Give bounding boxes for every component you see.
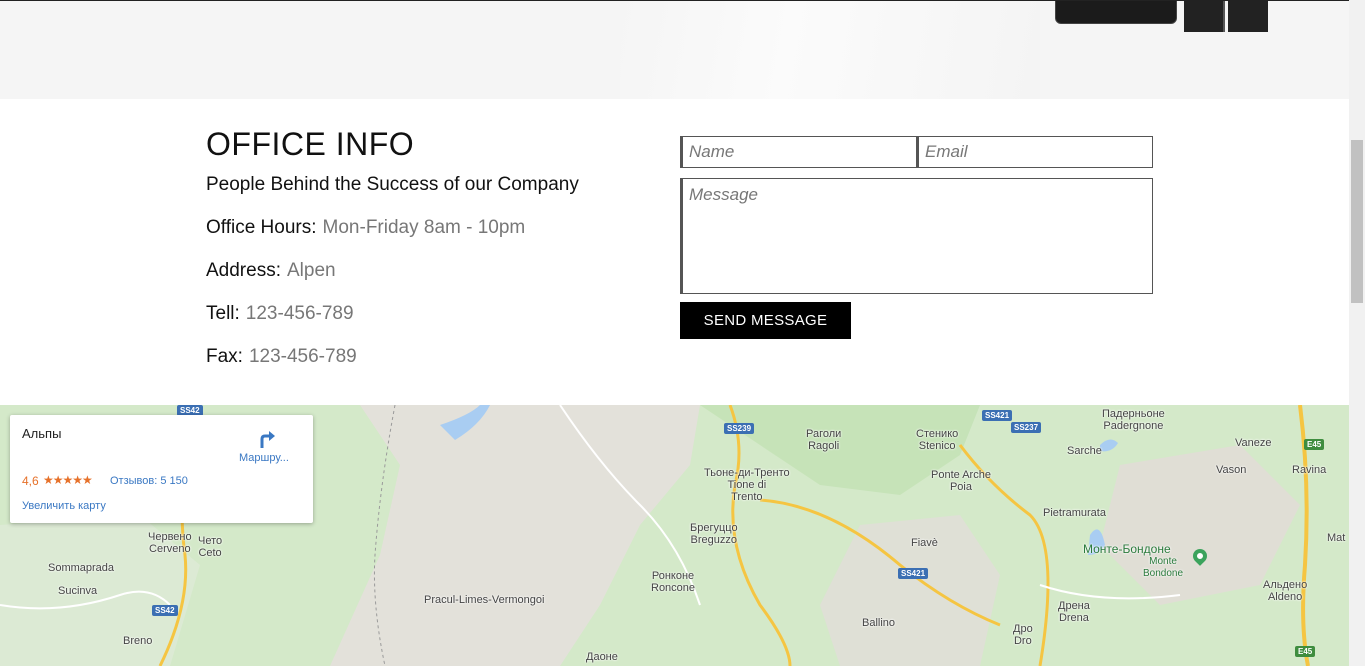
scrollbar-thumb[interactable] — [1351, 140, 1363, 303]
map-label-pietramurata: Pietramurata — [1043, 507, 1106, 519]
fax-value: 123-456-789 — [248, 346, 357, 367]
map-label-vason: Vason — [1216, 464, 1247, 476]
tell-value: 123-456-789 — [245, 303, 354, 324]
map-label-sommaprada: Sommaprada — [48, 562, 115, 574]
fax-label: Fax: — [206, 346, 243, 367]
hero-glare — [620, 0, 1040, 99]
office-hours-value: Mon-Friday 8am - 10pm — [322, 217, 526, 238]
hero-block-1 — [1184, 0, 1225, 32]
map-label-tione: Тьоне-ди-Тренто Tione di Trento — [704, 467, 790, 503]
map-label-ceto: Чето Ceto — [198, 535, 223, 559]
hero-block-2 — [1228, 0, 1268, 32]
map-label-drena: Дрена Drena — [1058, 600, 1090, 624]
name-input[interactable] — [680, 136, 917, 168]
map-label-ponte-arche: Ponte Arche Poia — [931, 469, 991, 493]
road-shield-ss42: SS42 — [152, 605, 178, 616]
map-label-pracul: Pracul-Limes-Vermongoi — [424, 594, 545, 606]
office-hours-row: Office Hours: Mon-Friday 8am - 10pm — [206, 217, 525, 239]
address-label: Address: — [206, 260, 281, 281]
reviews-link[interactable]: Отзывов: 5 150 — [110, 475, 188, 487]
road-shield-ss421-top: SS421 — [982, 410, 1013, 421]
map-label-ballino: Ballino — [862, 617, 896, 629]
hero-image — [0, 0, 1349, 99]
page: OFFICE INFO People Behind the Success of… — [0, 0, 1349, 666]
top-border — [0, 0, 1365, 1]
hero-device-image — [1055, 0, 1177, 24]
tell-row: Tell: 123-456-789 — [206, 303, 354, 325]
map-label-monte-bondone: Монте-Бондоне — [1083, 542, 1171, 556]
page-scrollbar[interactable] — [1349, 0, 1365, 666]
tell-label: Tell: — [206, 303, 240, 324]
map-rating-value: 4,6 — [22, 474, 39, 488]
address-row: Address: Alpen — [206, 260, 336, 282]
email-input[interactable] — [917, 136, 1153, 168]
map-label-sucinva: Sucinva — [58, 585, 98, 597]
map-label-breno: Breno — [123, 635, 153, 647]
road-shield-e45: E45 — [1295, 646, 1316, 657]
map-info-card: Альпы Маршру... 4,6 ★★★★★ Отзывов: 5 150… — [10, 415, 313, 523]
map-label-cerveno: Червено Cerveno — [148, 531, 192, 555]
send-message-button[interactable]: SEND MESSAGE — [680, 302, 851, 339]
map-label-daone: Даоне — [586, 651, 618, 663]
map-label-stenico: Стенико Stenico — [916, 428, 959, 452]
road-shield-e45-top: E45 — [1304, 439, 1325, 450]
address-value: Alpen — [286, 260, 336, 281]
office-info-subtitle: People Behind the Success of our Company — [206, 174, 579, 195]
directions-icon[interactable] — [256, 427, 278, 449]
road-shield-ss239: SS239 — [724, 423, 755, 434]
rating-stars-icon: ★★★★★ — [43, 473, 93, 487]
message-textarea[interactable] — [680, 178, 1153, 294]
road-shield-ss237: SS237 — [1011, 422, 1042, 433]
road-shield-ss421: SS421 — [898, 568, 929, 579]
map-label-roncone: Ронконе Roncone — [651, 570, 696, 594]
map-label-aldeno: Альдено Aldeno — [1263, 579, 1308, 603]
map-label-fiave: Fiavè — [911, 537, 938, 549]
enlarge-map-link[interactable]: Увеличить карту — [22, 500, 106, 512]
map-label-breguzzo: Брегуццо Breguzzo — [690, 522, 738, 546]
directions-link[interactable]: Маршру... — [239, 452, 289, 464]
map-place-name: Альпы — [22, 426, 62, 441]
office-hours-label: Office Hours: — [206, 217, 317, 238]
map-label-dro: Дро Dro — [1013, 623, 1033, 647]
office-info-title: OFFICE INFO — [206, 126, 415, 162]
map-label-sarche: Sarche — [1067, 445, 1102, 457]
map-label-mat: Mat — [1327, 532, 1346, 544]
fax-row: Fax: 123-456-789 — [206, 346, 357, 368]
map-label-padergnone: Падерньоне Padergnone — [1102, 408, 1165, 432]
map-label-vaneze: Vaneze — [1235, 437, 1272, 449]
map-label-monte-bondone-sub: Monte Bondone — [1143, 556, 1184, 579]
map-label-ravina: Ravina — [1292, 464, 1327, 476]
map-label-ragoli: Раголи Ragoli — [806, 428, 842, 452]
